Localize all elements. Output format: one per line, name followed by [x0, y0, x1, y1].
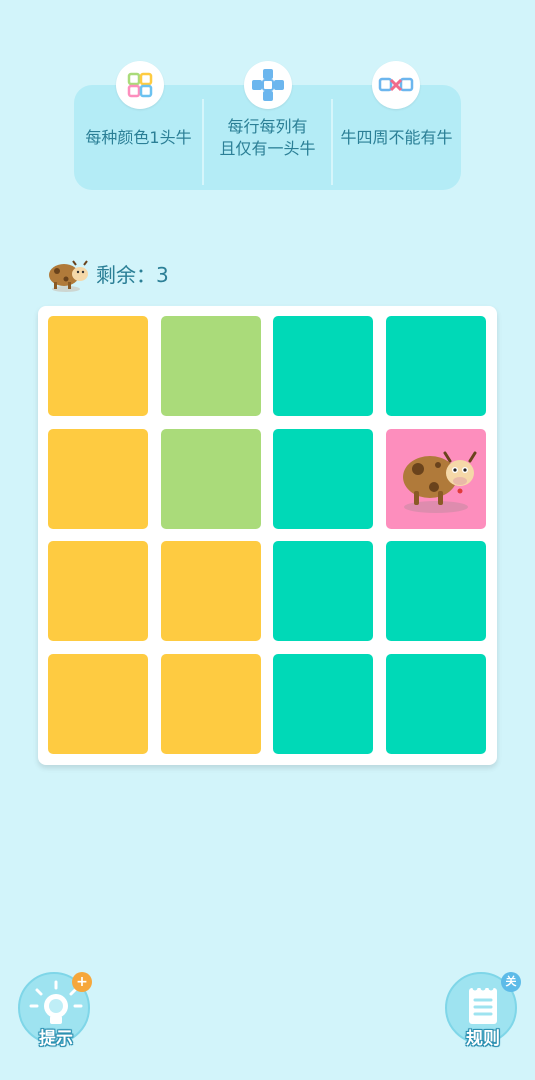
board-cell-teal[interactable]	[385, 541, 486, 641]
rule-line: 且仅有一头牛	[219, 139, 316, 158]
no-adjacent-icon	[372, 61, 420, 109]
board-cell-green[interactable]	[160, 316, 261, 416]
board-cell-yellow[interactable]	[48, 428, 148, 529]
rules-button[interactable]: 关 规则	[445, 972, 521, 1049]
rule-text: 牛四周不能有牛	[332, 127, 461, 149]
rule-line: 牛四周不能有牛	[340, 128, 453, 147]
game-board	[38, 306, 497, 765]
remaining-count: 剩余：3	[96, 263, 169, 287]
rules-label: 规则	[466, 1029, 500, 1049]
board-cell-yellow[interactable]	[160, 541, 261, 641]
board-cell-yellow[interactable]	[48, 653, 148, 754]
remaining-counter: 剩余：3	[46, 255, 246, 295]
board-cell-pink[interactable]	[385, 428, 486, 529]
rule-line: 每行每列有	[227, 117, 308, 136]
game-screen: 每种颜色1头牛 每行每列有 且仅有一头牛 牛四周不能有牛 剩余：3 + 提示 关…	[0, 0, 535, 1080]
hint-button[interactable]: + 提示	[18, 972, 92, 1049]
board-cell-teal[interactable]	[385, 653, 486, 754]
board-cell-yellow[interactable]	[160, 653, 261, 754]
board-cell-teal[interactable]	[385, 316, 486, 416]
rule-line: 每种颜色1头牛	[85, 128, 192, 147]
board-cell-teal[interactable]	[273, 428, 373, 529]
board-cell-green[interactable]	[160, 428, 261, 529]
board-cell-teal[interactable]	[273, 316, 373, 416]
color-grid-icon	[116, 61, 164, 109]
rule-text: 每种颜色1头牛	[74, 127, 203, 149]
cow-icon	[46, 257, 90, 297]
board-cell-yellow[interactable]	[48, 541, 148, 641]
cow-icon	[386, 451, 486, 533]
board-cell-teal[interactable]	[273, 541, 373, 641]
row-column-icon	[244, 61, 292, 109]
hint-label: 提示	[39, 1029, 73, 1049]
close-rules-badge[interactable]: 关	[501, 972, 521, 992]
board-cell-yellow[interactable]	[48, 316, 148, 416]
add-hint-badge[interactable]: +	[72, 972, 92, 992]
rule-text: 每行每列有 且仅有一头牛	[203, 116, 332, 160]
board-cell-teal[interactable]	[273, 653, 373, 754]
